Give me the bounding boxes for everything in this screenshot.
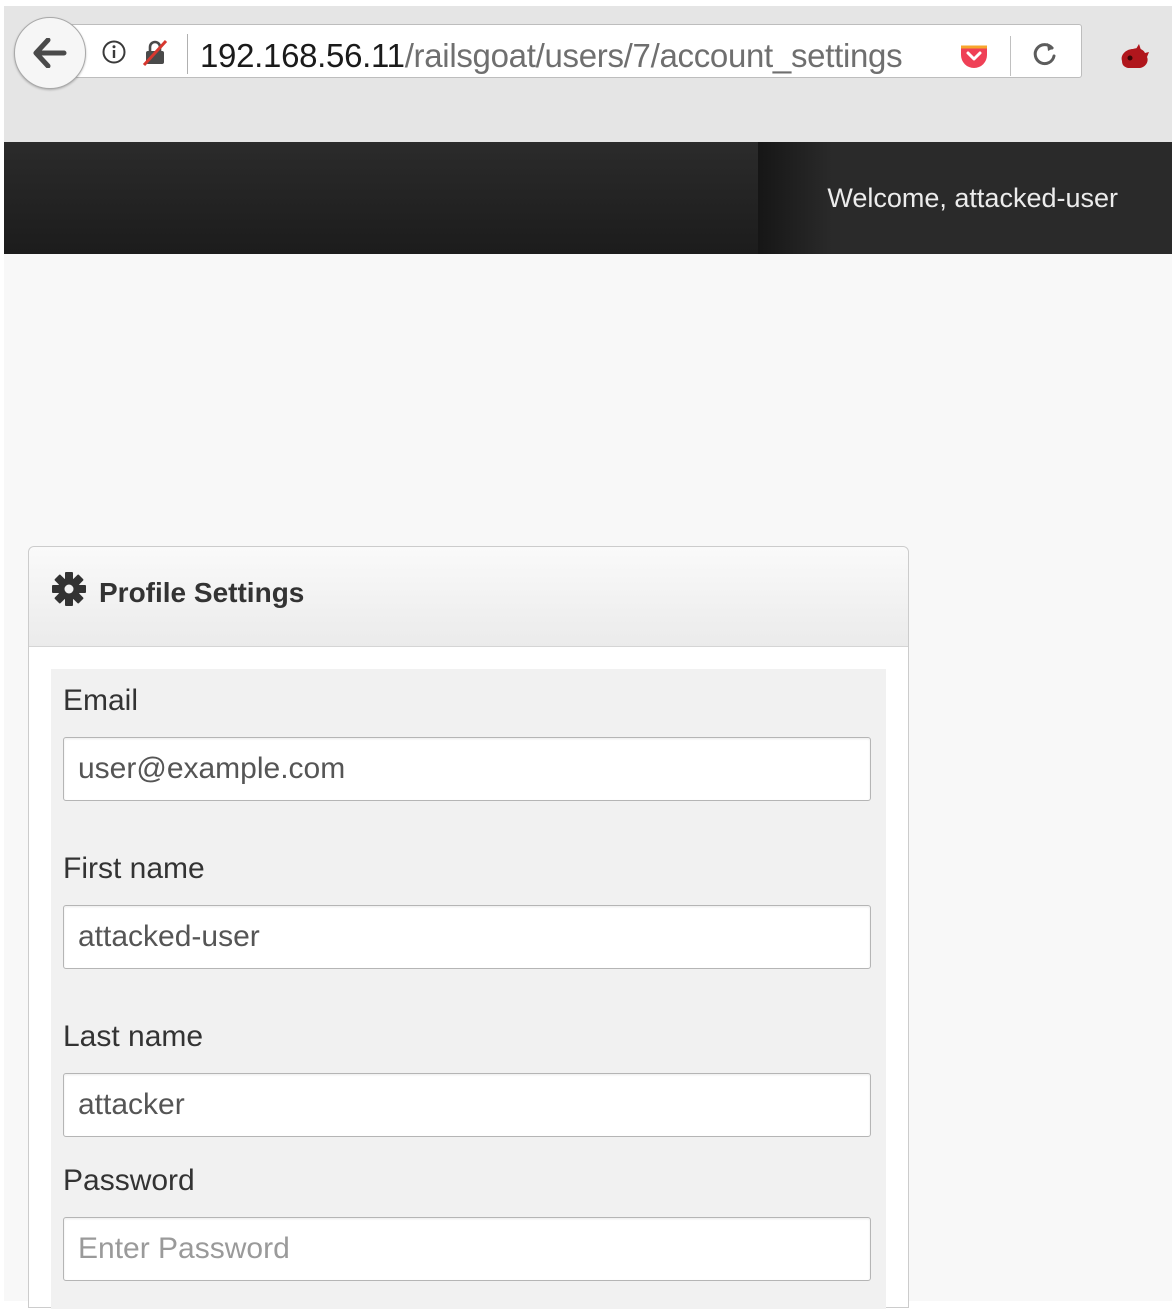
password-label: Password: [63, 1164, 195, 1197]
last-name-label: Last name: [63, 1020, 204, 1053]
url-divider: [187, 34, 188, 74]
first-name-label: First name: [63, 852, 205, 885]
pocket-icon[interactable]: [959, 43, 989, 69]
url-text[interactable]: 192.168.56.11/railsgoat/users/7/account_…: [200, 34, 908, 78]
panel-title: Profile Settings: [99, 577, 305, 608]
browser-toolbar: 192.168.56.11/railsgoat/users/7/account_…: [4, 6, 1172, 143]
user-menu[interactable]: Welcome, attacked-user: [758, 142, 1172, 254]
gear-icon: [52, 572, 86, 606]
last-name-field[interactable]: [63, 1073, 871, 1137]
panel-header: Profile Settings: [29, 547, 908, 647]
password-field[interactable]: [63, 1217, 871, 1281]
app-navbar: Welcome, attacked-user: [4, 142, 1172, 254]
url-path: /railsgoat/users/7/account_settings: [404, 37, 903, 74]
url-host: 192.168.56.11: [200, 37, 405, 74]
reload-icon[interactable]: [1030, 39, 1060, 69]
back-button[interactable]: [14, 17, 86, 89]
insecure-connection-icon[interactable]: [141, 39, 169, 67]
info-icon[interactable]: [102, 40, 126, 64]
first-name-field[interactable]: [63, 905, 871, 969]
extension-icon[interactable]: [1116, 41, 1152, 73]
reload-divider: [1010, 36, 1011, 76]
email-field[interactable]: [63, 737, 871, 801]
welcome-text[interactable]: Welcome, attacked-user: [827, 178, 1118, 218]
back-arrow-icon: [33, 38, 67, 68]
profile-settings-panel: Profile Settings Email First name Last n…: [28, 546, 909, 1309]
profile-form: Email First name Last name Password: [51, 669, 886, 1309]
email-label: Email: [63, 684, 139, 717]
